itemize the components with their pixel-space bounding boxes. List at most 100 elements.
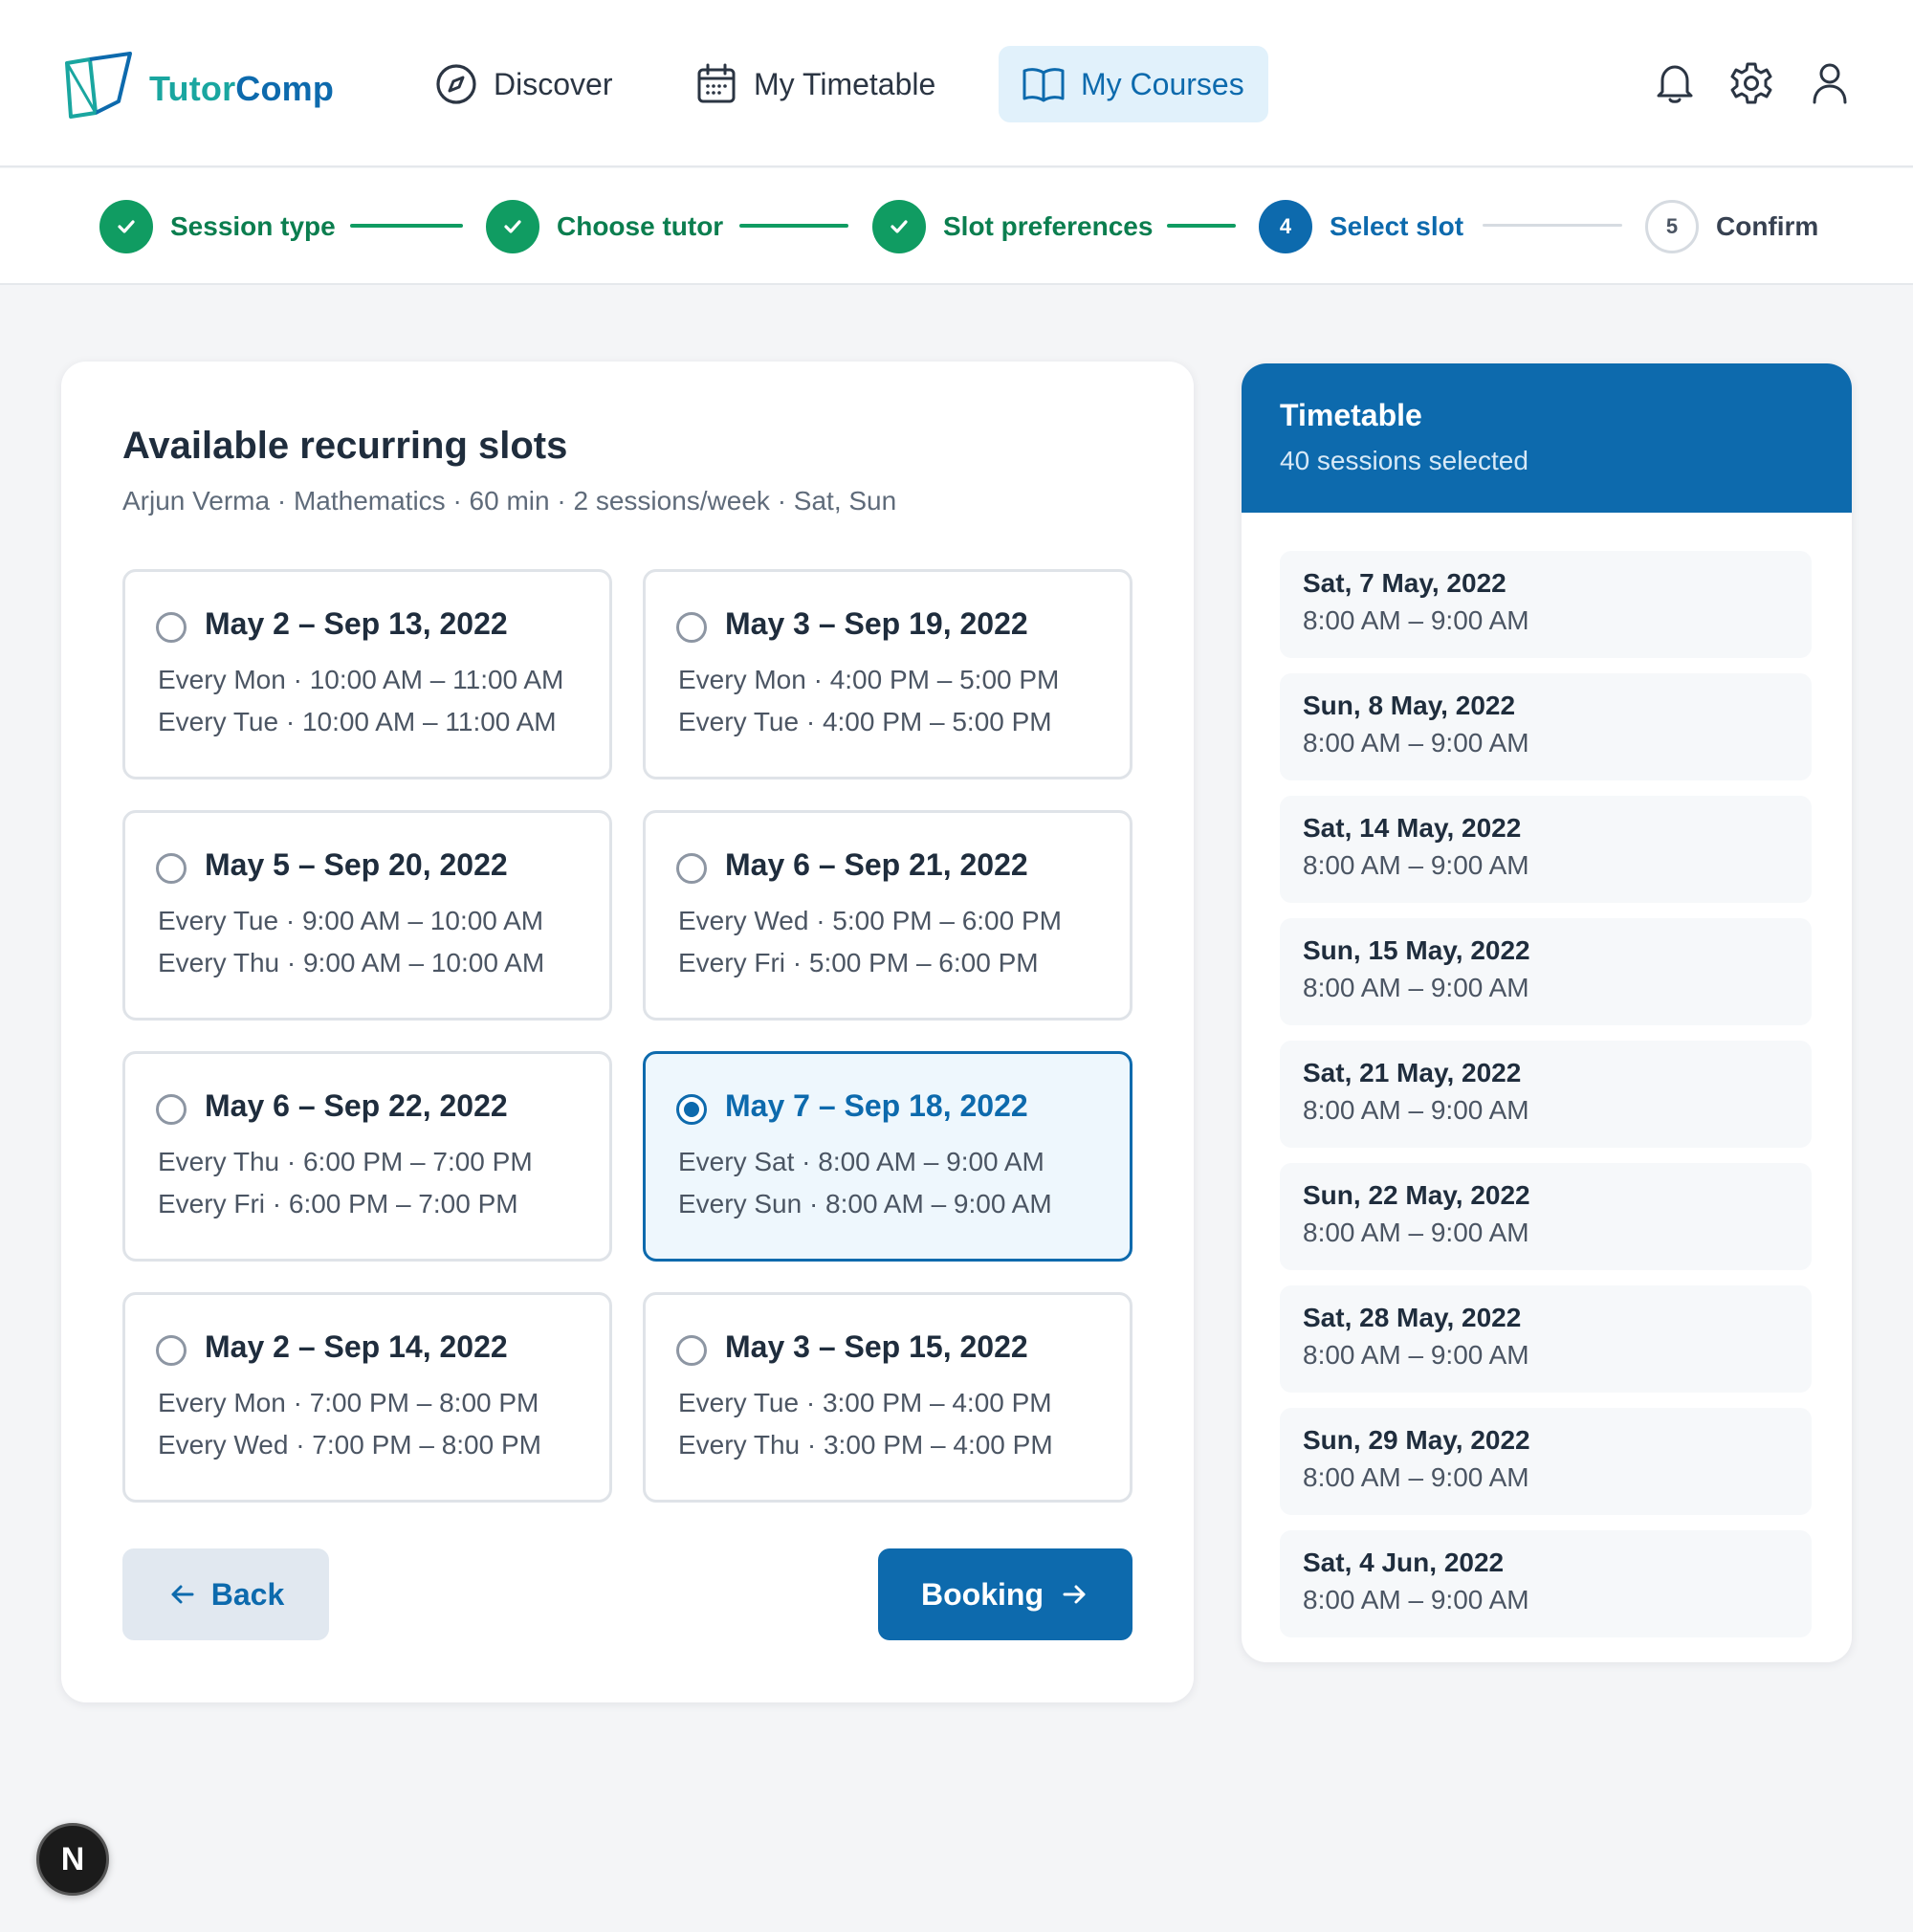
slot-schedule: Every Thu · 9:00 AM – 10:00 AM xyxy=(158,948,545,977)
step-complete-check-icon xyxy=(486,200,539,253)
slot-schedule: Every Tue · 3:00 PM – 4:00 PM xyxy=(678,1388,1052,1417)
slot-schedule: Every Fri · 5:00 PM – 6:00 PM xyxy=(678,948,1039,977)
session-time: 8:00 AM – 9:00 AM xyxy=(1303,1340,1529,1370)
sessions-count: 40 sessions selected xyxy=(1280,446,1528,475)
slot-radio[interactable] xyxy=(156,1335,187,1366)
session-time: 8:00 AM – 9:00 AM xyxy=(1303,1218,1529,1247)
step-label: Slot preferences xyxy=(943,211,1154,241)
session-item: Sat, 4 Jun, 2022 8:00 AM – 9:00 AM xyxy=(1280,1530,1812,1637)
slot-radio[interactable] xyxy=(156,853,187,884)
session-date: Sat, 28 May, 2022 xyxy=(1303,1303,1522,1332)
nav-timetable-label: My Timetable xyxy=(754,66,936,101)
slot-schedule: Every Sat · 8:00 AM – 9:00 AM xyxy=(678,1147,1044,1176)
logo-text: TutorComp xyxy=(149,69,334,109)
logo-text-comp: Comp xyxy=(235,69,335,108)
slot-date-range: May 2 – Sep 14, 2022 xyxy=(205,1329,508,1364)
slot-schedule: Every Wed · 7:00 PM – 8:00 PM xyxy=(158,1430,541,1460)
compass-icon xyxy=(436,64,476,104)
slot-option[interactable]: May 3 – Sep 15, 2022 Every Tue · 3:00 PM… xyxy=(643,1292,1132,1503)
slot-schedule: Every Mon · 4:00 PM – 5:00 PM xyxy=(678,665,1060,694)
booking-stepper: Session type Choose tutor Slot preferenc… xyxy=(0,168,1913,285)
session-time: 8:00 AM – 9:00 AM xyxy=(1303,973,1529,1002)
slot-option[interactable]: May 5 – Sep 20, 2022 Every Tue · 9:00 AM… xyxy=(122,810,612,1021)
dev-tools-badge[interactable]: N xyxy=(36,1823,109,1896)
session-item: Sun, 29 May, 2022 8:00 AM – 9:00 AM xyxy=(1280,1408,1812,1515)
step-select-slot: 4 Select slot xyxy=(1259,199,1463,254)
slot-radio[interactable] xyxy=(676,1335,707,1366)
nav-my-courses-label: My Courses xyxy=(1081,66,1244,101)
slot-radio[interactable] xyxy=(676,1094,707,1125)
slot-radio[interactable] xyxy=(676,612,707,643)
back-button-label: Back xyxy=(210,1576,285,1612)
slot-radio[interactable] xyxy=(156,612,187,643)
session-time: 8:00 AM – 9:00 AM xyxy=(1303,1585,1529,1614)
nav-discover[interactable]: Discover xyxy=(411,46,635,122)
slot-date-range: May 3 – Sep 15, 2022 xyxy=(725,1329,1028,1364)
slot-date-range: May 6 – Sep 22, 2022 xyxy=(205,1088,508,1123)
logo[interactable]: TutorComp xyxy=(63,50,334,119)
slot-schedule: Every Tue · 4:00 PM – 5:00 PM xyxy=(678,707,1052,736)
nav-discover-label: Discover xyxy=(494,66,613,101)
slot-option[interactable]: May 2 – Sep 14, 2022 Every Mon · 7:00 PM… xyxy=(122,1292,612,1503)
slot-schedule: Every Mon · 7:00 PM – 8:00 PM xyxy=(158,1388,539,1417)
nav-my-courses[interactable]: My Courses xyxy=(999,46,1268,122)
gear-icon xyxy=(1730,62,1772,104)
booking-button[interactable]: Booking xyxy=(878,1548,1132,1640)
step-connector xyxy=(739,224,848,228)
step-number: 4 xyxy=(1259,200,1312,253)
slot-option[interactable]: May 7 – Sep 18, 2022 Every Sat · 8:00 AM… xyxy=(643,1051,1132,1262)
step-connector xyxy=(350,224,463,228)
slot-option[interactable]: May 3 – Sep 19, 2022 Every Mon · 4:00 PM… xyxy=(643,569,1132,779)
profile-button[interactable] xyxy=(1806,59,1854,107)
session-time: 8:00 AM – 9:00 AM xyxy=(1303,605,1529,635)
step-slot-preferences[interactable]: Slot preferences xyxy=(872,199,1153,254)
arrow-left-icon xyxy=(171,1585,194,1604)
slot-radio[interactable] xyxy=(156,1094,187,1125)
slot-schedule: Every Mon · 10:00 AM – 11:00 AM xyxy=(158,665,564,694)
slot-option[interactable]: May 2 – Sep 13, 2022 Every Mon · 10:00 A… xyxy=(122,569,612,779)
logo-text-tutor: Tutor xyxy=(149,69,236,108)
session-item: Sun, 8 May, 2022 8:00 AM – 9:00 AM xyxy=(1280,673,1812,780)
logo-icon xyxy=(65,52,132,119)
book-icon xyxy=(1022,68,1065,102)
step-session-type[interactable]: Session type xyxy=(99,199,336,254)
back-button[interactable]: Back xyxy=(122,1548,329,1640)
slot-date-range: May 6 – Sep 21, 2022 xyxy=(725,847,1028,882)
slot-option[interactable]: May 6 – Sep 22, 2022 Every Thu · 6:00 PM… xyxy=(122,1051,612,1262)
session-item: Sun, 22 May, 2022 8:00 AM – 9:00 AM xyxy=(1280,1163,1812,1270)
session-time: 8:00 AM – 9:00 AM xyxy=(1303,1095,1529,1125)
settings-button[interactable] xyxy=(1727,59,1775,107)
step-label: Confirm xyxy=(1716,211,1819,241)
step-choose-tutor[interactable]: Choose tutor xyxy=(486,199,723,254)
slot-radio[interactable] xyxy=(676,853,707,884)
session-item: Sat, 21 May, 2022 8:00 AM – 9:00 AM xyxy=(1280,1041,1812,1148)
session-date: Sun, 8 May, 2022 xyxy=(1303,691,1516,720)
session-date: Sat, 7 May, 2022 xyxy=(1303,568,1506,598)
session-date: Sun, 15 May, 2022 xyxy=(1303,935,1530,965)
booking-button-label: Booking xyxy=(921,1576,1044,1612)
session-time: 8:00 AM – 9:00 AM xyxy=(1303,850,1529,880)
bell-icon xyxy=(1657,65,1693,103)
session-date: Sat, 14 May, 2022 xyxy=(1303,813,1522,843)
arrow-right-icon xyxy=(1063,1585,1086,1604)
step-label: Choose tutor xyxy=(557,211,724,241)
slot-option[interactable]: May 6 – Sep 21, 2022 Every Wed · 5:00 PM… xyxy=(643,810,1132,1021)
booking-summary: Arjun Verma · Mathematics · 60 min · 2 s… xyxy=(122,486,897,516)
user-icon xyxy=(1813,63,1847,104)
slot-date-range: May 3 – Sep 19, 2022 xyxy=(725,606,1028,641)
session-time: 8:00 AM – 9:00 AM xyxy=(1303,728,1529,757)
slot-schedule: Every Tue · 9:00 AM – 10:00 AM xyxy=(158,906,544,935)
timetable-session-list[interactable]: Sat, 7 May, 2022 8:00 AM – 9:00 AM Sun, … xyxy=(1280,551,1812,1643)
timetable-header: Timetable 40 sessions selected xyxy=(1242,363,1852,513)
timetable-panel: Timetable 40 sessions selected Sat, 7 Ma… xyxy=(1242,363,1852,1662)
page-title: Available recurring slots xyxy=(122,425,568,467)
top-header: TutorComp Discover My Timetable My Cours… xyxy=(0,0,1913,167)
nav-timetable[interactable]: My Timetable xyxy=(671,46,958,122)
step-connector xyxy=(1167,224,1236,228)
step-complete-check-icon xyxy=(872,200,926,253)
notifications-button[interactable] xyxy=(1651,59,1699,107)
step-number: 5 xyxy=(1645,200,1699,253)
session-date: Sat, 21 May, 2022 xyxy=(1303,1058,1522,1087)
session-item: Sat, 14 May, 2022 8:00 AM – 9:00 AM xyxy=(1280,796,1812,903)
slot-selection-card: Available recurring slots Arjun Verma · … xyxy=(61,362,1194,1702)
